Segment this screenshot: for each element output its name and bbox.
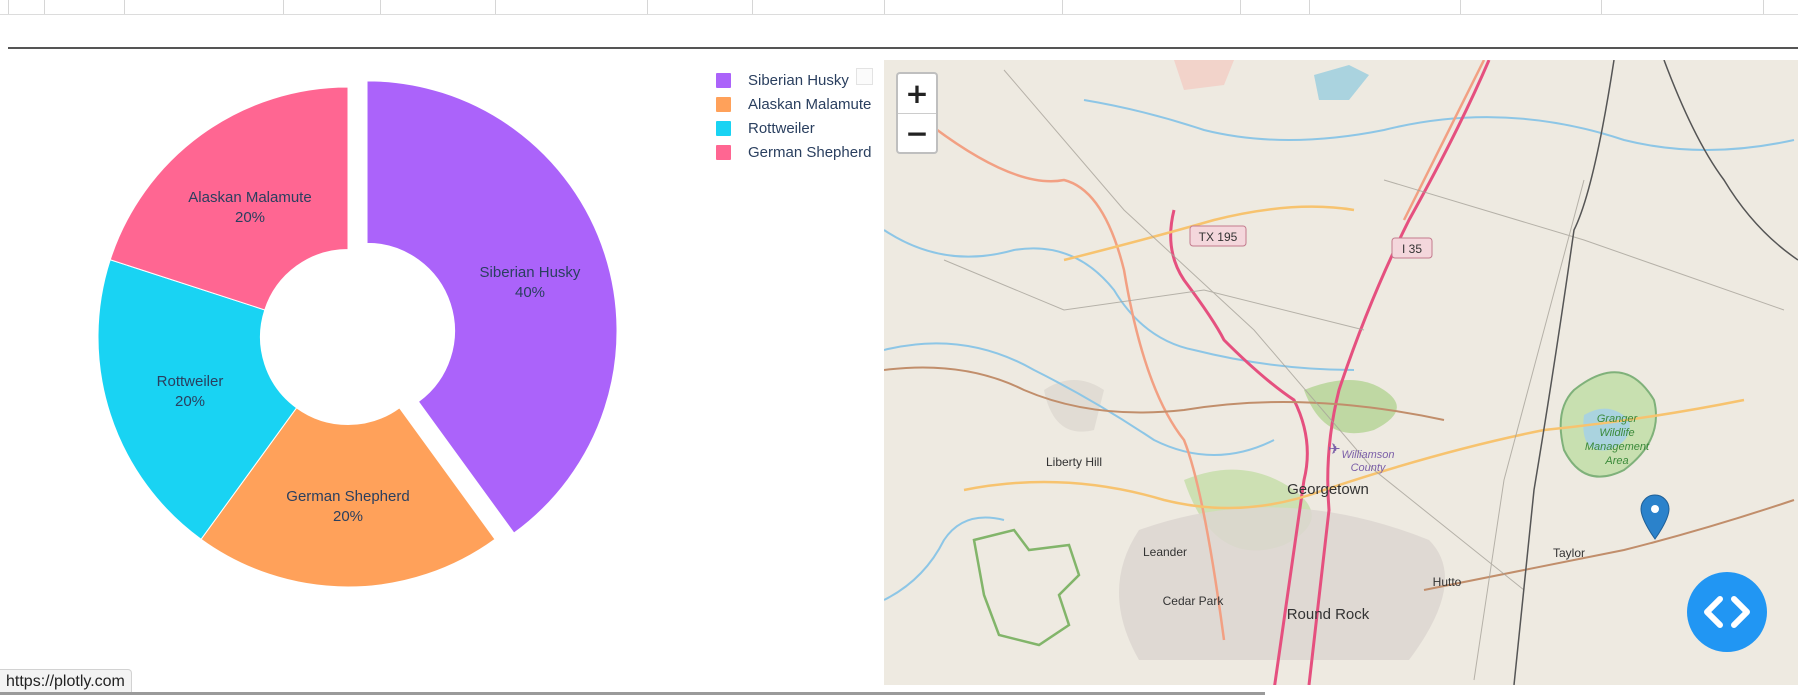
legend-item-german-shepherd[interactable]: German Shepherd <box>716 140 871 164</box>
section-divider <box>8 47 1798 49</box>
legend-label: Alaskan Malamute <box>748 95 872 113</box>
svg-text:Wildlife: Wildlife <box>1599 427 1634 439</box>
legend-swatch <box>716 144 731 160</box>
svg-text:Management: Management <box>1585 441 1650 453</box>
svg-text:I 35: I 35 <box>1402 242 1422 256</box>
legend-swatch <box>716 96 731 112</box>
svg-text:Granger: Granger <box>1597 413 1639 425</box>
legend-swatch <box>716 72 731 88</box>
place-taylor: Taylor <box>1553 546 1585 560</box>
legend-item-rottweiler[interactable]: Rottweiler <box>716 116 871 140</box>
place-leander: Leander <box>1143 545 1187 559</box>
slice-label-german-shepherd: German Shepherd <box>286 488 409 505</box>
legend-item-alaskan-malamute[interactable]: Alaskan Malamute <box>716 92 871 116</box>
slice-pct-siberian-husky: 40% <box>515 284 545 301</box>
legend-label: Rottweiler <box>748 119 815 137</box>
slice-pct-alaskan-malamute: 20% <box>235 209 265 226</box>
place-liberty-hill: Liberty Hill <box>1046 455 1102 469</box>
zoom-out-button[interactable]: − <box>898 114 936 153</box>
map-tiles[interactable]: TX 195 I 35 Liberty Hill Georgetown Lean… <box>884 60 1798 685</box>
place-georgetown: Georgetown <box>1287 481 1369 498</box>
chart-legend: Siberian Husky Alaskan Malamute Rottweil… <box>716 68 873 164</box>
zoom-control: + − <box>896 72 938 154</box>
slice-label-siberian-husky: Siberian Husky <box>480 264 581 281</box>
svg-text:TX 195: TX 195 <box>1199 230 1238 244</box>
place-round-rock: Round Rock <box>1287 606 1370 623</box>
map-view[interactable]: TX 195 I 35 Liberty Hill Georgetown Lean… <box>884 60 1798 685</box>
road-shield-tx195: TX 195 <box>1189 225 1247 247</box>
legend-label: Siberian Husky <box>748 71 849 89</box>
svg-text:Williamson: Williamson <box>1341 449 1394 461</box>
slice-label-alaskan-malamute: Alaskan Malamute <box>188 189 311 206</box>
legend-toggle-icon[interactable] <box>856 68 873 85</box>
svg-text:Area: Area <box>1604 455 1628 467</box>
code-toggle-button[interactable] <box>1687 572 1767 652</box>
zoom-in-button[interactable]: + <box>898 74 936 114</box>
road-shield-i35: I 35 <box>1391 237 1433 259</box>
slice-pct-rottweiler: 20% <box>175 393 205 410</box>
svg-text:County: County <box>1351 462 1387 474</box>
code-icon <box>1704 596 1750 628</box>
slice-label-rottweiler: Rottweiler <box>157 373 224 390</box>
airplane-icon: ✈ <box>1328 441 1341 458</box>
table-header-strip <box>0 0 1798 15</box>
slice-pct-german-shepherd: 20% <box>333 508 363 525</box>
legend-label: German Shepherd <box>748 143 872 161</box>
legend-item-siberian-husky[interactable]: Siberian Husky <box>716 68 873 92</box>
legend-swatch <box>716 120 731 136</box>
place-cedar-park: Cedar Park <box>1163 594 1225 608</box>
place-hutto: Hutto <box>1433 575 1462 589</box>
